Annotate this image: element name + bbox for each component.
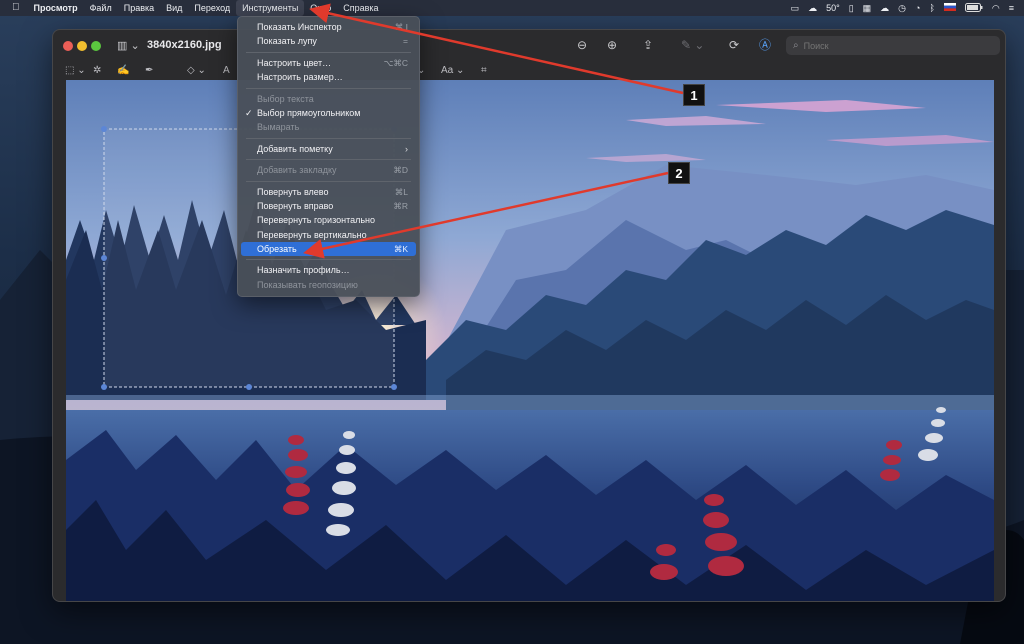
- display-icon[interactable]: ▭: [791, 3, 800, 14]
- menu-window[interactable]: Окно: [304, 0, 337, 16]
- temperature-label[interactable]: 50°: [826, 3, 840, 13]
- menu-item-annotate[interactable]: Добавить пометку ›: [241, 142, 416, 156]
- menu-tools[interactable]: Инструменты: [236, 0, 305, 16]
- rect-selection-icon[interactable]: ⬚ ⌄: [65, 65, 86, 77]
- search-icon: ⌕: [793, 40, 799, 51]
- menubar-status-area: ▭ ☁ 50° ▯ ▦ ☁ ◷ ◔ ᛒ ◠ ≡: [791, 2, 1024, 14]
- menu-help[interactable]: Справка: [337, 0, 384, 16]
- crop-icon[interactable]: ⌗: [481, 65, 487, 77]
- control-strip-icon[interactable]: ▯: [849, 3, 854, 14]
- menu-file[interactable]: Файл: [84, 0, 118, 16]
- menu-item-flip-horizontal[interactable]: Перевернуть горизонтально: [241, 213, 416, 227]
- preview-window: ▥ ⌄ 3840x2160.jpg ⊖ ⊕ ⇪ ✎ ⌄ ⟳ Ⓐ ⌕ ⬚ ⌄ ✲ …: [52, 29, 1006, 602]
- time-machine-icon[interactable]: ◷: [898, 3, 906, 14]
- menu-item-show-magnifier[interactable]: Показать лупу =: [241, 34, 416, 48]
- menu-separator: [246, 137, 411, 139]
- zoom-out-icon[interactable]: ⊖: [577, 38, 587, 52]
- menu-separator: [246, 159, 411, 161]
- markup-toolbar: ⬚ ⌄ ✲ ✍ ✒ ◇ ⌄ A ⌄ Aa ⌄ ⌗: [53, 62, 1005, 80]
- rotate-icon[interactable]: ⟳: [729, 38, 739, 52]
- minimize-button[interactable]: [77, 41, 87, 51]
- menu-item-show-inspector[interactable]: Показать Инспектор ⌘ I: [241, 20, 416, 34]
- clock-icon[interactable]: ◔: [915, 3, 920, 13]
- menu-separator: [246, 259, 411, 261]
- menu-edit[interactable]: Правка: [118, 0, 160, 16]
- sidebar-toggle-icon[interactable]: ▥ ⌄: [117, 39, 140, 52]
- menu-item-adjust-size[interactable]: Настроить размер…: [241, 70, 416, 84]
- menu-separator: [246, 51, 411, 53]
- tools-menu: Показать Инспектор ⌘ I Показать лупу = Нас…: [237, 16, 420, 297]
- menu-app-preview[interactable]: Просмотр: [28, 0, 84, 16]
- close-button[interactable]: [63, 41, 73, 51]
- keyboard-layout-flag-icon[interactable]: [943, 3, 956, 13]
- markup-icon[interactable]: Ⓐ: [759, 38, 771, 52]
- search-input[interactable]: [803, 40, 974, 51]
- menu-item-show-location: Показывать геопозицию: [257, 279, 358, 290]
- weather-icon[interactable]: ☁: [808, 3, 817, 14]
- menu-item-text-selection: Выбор текста: [257, 93, 314, 104]
- shapes-icon[interactable]: ◇ ⌄: [187, 65, 206, 77]
- search-field[interactable]: ⌕: [786, 36, 1000, 55]
- text-box-icon[interactable]: A: [223, 65, 230, 77]
- apple-menu-icon[interactable]: : [0, 0, 28, 16]
- landscape-image: [66, 80, 994, 601]
- draw-icon[interactable]: ✒: [145, 65, 153, 77]
- menu-go[interactable]: Переход: [188, 0, 236, 16]
- text-style-label: Aa: [441, 65, 454, 76]
- menu-item-adjust-color[interactable]: Настроить цвет… ⌥⌘C: [241, 56, 416, 70]
- document-title: 3840x2160.jpg: [147, 39, 222, 51]
- image-canvas[interactable]: [66, 80, 994, 601]
- checkmark-icon: ✓: [245, 107, 253, 118]
- submenu-arrow-icon: ›: [405, 143, 408, 154]
- menu-separator: [246, 87, 411, 89]
- menu-item-crop[interactable]: Обрезать ⌘K: [241, 242, 416, 257]
- menu-bar:  Просмотр Файл Правка Вид Переход Инстр…: [0, 0, 1024, 16]
- instant-alpha-icon[interactable]: ✲: [93, 65, 101, 77]
- apps-icon[interactable]: ▦: [863, 3, 872, 14]
- menu-separator: [246, 180, 411, 182]
- menu-item-flip-vertical[interactable]: Перевернуть вертикально: [241, 228, 416, 242]
- menu-item-rotate-right[interactable]: Повернуть вправо ⌘R: [241, 199, 416, 213]
- wifi-icon[interactable]: ◠: [992, 3, 1000, 14]
- share-icon[interactable]: ⇪: [643, 38, 653, 52]
- control-center-icon[interactable]: ≡: [1009, 3, 1014, 13]
- cloud-icon[interactable]: ☁: [880, 3, 889, 14]
- menu-view[interactable]: Вид: [160, 0, 188, 16]
- zoom-button[interactable]: [91, 41, 101, 51]
- battery-icon[interactable]: [964, 2, 983, 14]
- menu-item-add-bookmark: Добавить закладку ⌘D: [257, 165, 408, 176]
- title-bar: ▥ ⌄ 3840x2160.jpg ⊖ ⊕ ⇪ ✎ ⌄ ⟳ Ⓐ ⌕: [53, 30, 1005, 62]
- highlight-pen-icon[interactable]: ✎ ⌄: [681, 38, 704, 52]
- menu-item-assign-profile[interactable]: Назначить профиль…: [241, 263, 416, 277]
- sketch-icon[interactable]: ✍: [117, 65, 129, 77]
- text-style-button[interactable]: Aa ⌄: [441, 65, 464, 77]
- zoom-in-icon[interactable]: ⊕: [607, 38, 617, 52]
- menu-item-rectangular-selection[interactable]: ✓ Выбор прямоугольником: [241, 106, 416, 120]
- menu-item-rotate-left[interactable]: Повернуть влево ⌘L: [241, 185, 416, 199]
- bluetooth-icon[interactable]: ᛒ: [929, 3, 934, 13]
- menu-item-redact: Вымарать: [257, 122, 300, 133]
